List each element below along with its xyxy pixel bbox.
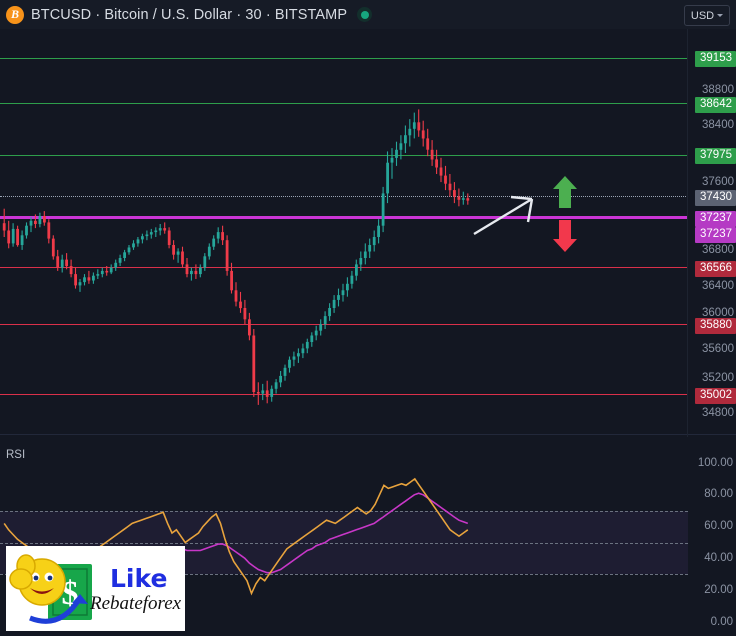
- thumbs-up-money-icon: $: [9, 554, 92, 624]
- rsi-tick-0.00: 0.00: [710, 615, 733, 628]
- market-status-indicator: [357, 7, 373, 22]
- rsi-tick-40.00: 40.00: [704, 551, 733, 564]
- rsi-tick-80.00: 80.00: [704, 488, 733, 501]
- chart-header: B BTCUSD · Bitcoin / U.S. Dollar · 30 · …: [0, 0, 736, 29]
- price-tick-36400: 36400: [702, 280, 734, 292]
- price-tag-38642[interactable]: 38642: [695, 97, 736, 113]
- price-tag-37430[interactable]: 37430: [695, 190, 736, 206]
- green-up-arrow-icon: [553, 176, 577, 208]
- rsi-tick-60.00: 60.00: [704, 520, 733, 533]
- symbol-title: BTCUSD · Bitcoin / U.S. Dollar · 30 · BI…: [31, 6, 348, 23]
- price-tick-38400: 38400: [702, 119, 734, 131]
- up-right-arrow-icon: [473, 195, 534, 236]
- price-tag-37237[interactable]: 37237: [695, 211, 736, 227]
- candlestick-series: [2, 109, 470, 405]
- price-tag-35002[interactable]: 35002: [695, 388, 736, 404]
- price-tick-36800: 36800: [702, 244, 734, 256]
- currency-label: USD: [690, 9, 715, 22]
- rsi-tick-100.00: 100.00: [697, 456, 733, 469]
- price-tag-36566[interactable]: 36566: [695, 261, 736, 277]
- chevron-down-icon: [717, 14, 724, 17]
- price-chart-pane[interactable]: 38800 38400 37600 36800 36400 36000 35600 35200…: [0, 29, 736, 434]
- price-tag-37237[interactable]: 37237: [695, 227, 736, 243]
- watermark-brand-top: Like: [110, 564, 168, 593]
- price-tick-37600: 37600: [702, 176, 734, 188]
- price-tick-35200: 35200: [702, 372, 734, 384]
- price-tick-35600: 35600: [702, 343, 734, 355]
- rebateforex-watermark: $ Like Rebateforex: [6, 546, 185, 631]
- price-tag-37975[interactable]: 37975: [695, 148, 736, 164]
- price-tick-34800: 34800: [702, 407, 734, 419]
- red-down-arrow-icon: [553, 220, 577, 252]
- price-tag-39153[interactable]: 39153: [695, 51, 736, 67]
- watermark-brand-bottom: Rebateforex: [90, 593, 182, 614]
- rsi-tick-20.00: 20.00: [704, 583, 733, 596]
- currency-selector[interactable]: USD: [684, 5, 730, 26]
- pane-divider: [0, 434, 736, 435]
- bitcoin-icon: B: [6, 5, 24, 24]
- price-tick-38800: 38800: [702, 84, 734, 96]
- price-tag-35880[interactable]: 35880: [695, 318, 736, 334]
